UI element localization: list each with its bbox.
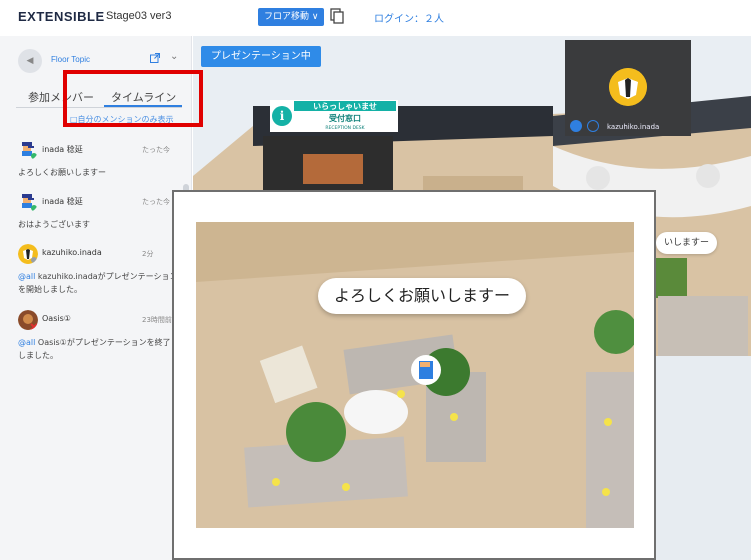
zoom-panel: よろしくお願いしますー: [172, 190, 656, 560]
post-author[interactable]: Oasis①: [42, 314, 71, 323]
timeline-post: inada 稔延 たった今 よろしくお願いしますー: [0, 134, 180, 186]
back-icon[interactable]: ◀: [18, 49, 42, 73]
mention-tag[interactable]: @all: [18, 338, 35, 347]
reception-line2: 受付窓口: [329, 113, 361, 123]
mention-tag[interactable]: @all: [18, 272, 35, 281]
post-time: たった今: [142, 198, 170, 206]
post-message: @all Oasis①がプレゼンテーションを終了しました。: [18, 336, 178, 362]
post-author[interactable]: kazuhiko.inada: [42, 248, 102, 257]
reception-sign: i いらっしゃいませ 受付窓口 RECEPTION DESK: [270, 100, 398, 132]
presentation-status-button[interactable]: プレゼンテーション中: [201, 46, 321, 67]
reception-line1: いらっしゃいませ: [313, 102, 377, 111]
post-author[interactable]: inada 稔延: [42, 196, 83, 207]
external-link-icon[interactable]: [150, 53, 160, 63]
timeline-feed: inada 稔延 たった今 よろしくお願いしますー inada 稔延 たった今 …: [0, 134, 180, 364]
timeline-post: Oasis① 23時間前 @all Oasis①がプレゼンテーションを終了しまし…: [0, 304, 180, 364]
post-message: @all kazuhiko.inadaがプレゼンテーションを開始しました。: [18, 270, 178, 296]
post-author[interactable]: inada 稔延: [42, 144, 83, 155]
character-avatar-icon: [18, 310, 38, 330]
timeline-post: kazuhiko.inada 2分 @all kazuhiko.inadaがプレ…: [0, 238, 180, 304]
chevron-down-icon[interactable]: ⌄: [170, 51, 178, 62]
copy-icon[interactable]: [330, 8, 344, 24]
zoomed-map-view: よろしくお願いしますー: [196, 222, 634, 528]
pixel-avatar-icon: [22, 194, 37, 211]
badger-avatar-icon: [18, 244, 38, 264]
post-time: 2分: [142, 250, 154, 258]
timeline-post: inada 稔延 たった今 おはようございます: [0, 186, 180, 238]
app-logo: EXTENSIBLE: [18, 9, 105, 24]
reception-line3: RECEPTION DESK: [325, 125, 365, 131]
zoomed-lounge-image: [196, 222, 634, 528]
floor-topic-label[interactable]: Floor Topic: [51, 55, 90, 64]
post-message-text: Oasis①がプレゼンテーションを終了しました。: [18, 338, 171, 360]
post-message: よろしくお願いしますー: [18, 168, 106, 177]
badger-avatar-icon: [609, 68, 647, 106]
post-time: たった今: [142, 146, 170, 154]
chat-bubble-small: いしますー: [656, 232, 718, 254]
app-root: EXTENSIBLE Stage03 ver3 フロア移動 ∨ ログイン：２人 …: [0, 0, 751, 560]
post-message: おはようございます: [18, 220, 90, 229]
top-header: EXTENSIBLE Stage03 ver3 フロア移動 ∨ ログイン：２人: [0, 0, 751, 36]
video-tile[interactable]: kazuhiko.inada: [565, 40, 691, 136]
camera-off-icon[interactable]: [587, 120, 599, 132]
microphone-icon[interactable]: [570, 120, 582, 132]
pixel-avatar-icon: [22, 142, 37, 159]
video-user-name: kazuhiko.inada: [607, 123, 660, 131]
chat-bubble: よろしくお願いしますー: [318, 278, 527, 314]
login-count: ログイン：２人: [374, 14, 444, 25]
info-icon: i: [280, 109, 285, 123]
stage-name: Stage03 ver3: [106, 10, 172, 22]
post-time: 23時間前: [142, 316, 172, 324]
floor-move-button[interactable]: フロア移動 ∨: [258, 8, 325, 26]
post-message-text: kazuhiko.inadaがプレゼンテーションを開始しました。: [18, 272, 178, 294]
highlight-annotation: [63, 70, 203, 127]
